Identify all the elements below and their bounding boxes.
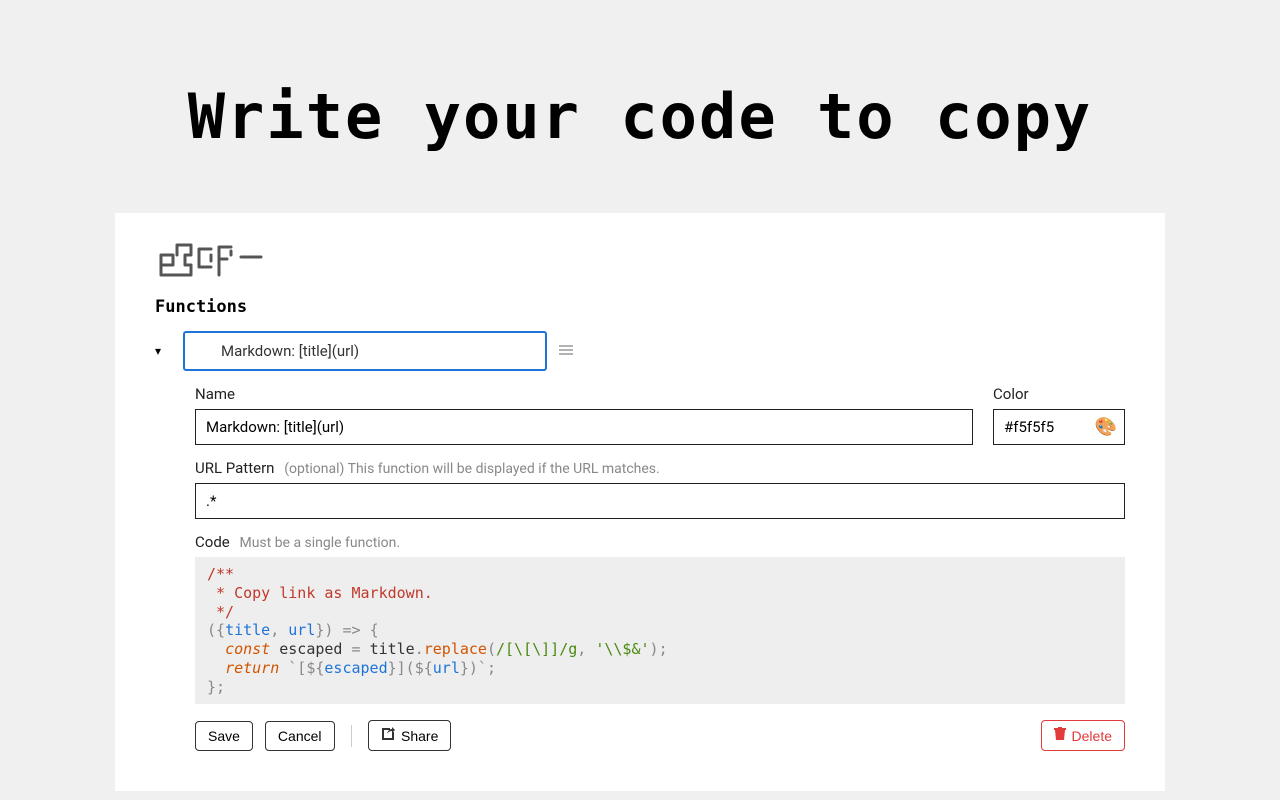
share-icon: [381, 727, 395, 744]
code-editor[interactable]: /** * Copy link as Markdown. */ ({title,…: [195, 557, 1125, 704]
collapse-caret-icon[interactable]: ▾: [155, 344, 171, 358]
share-button[interactable]: Share: [368, 720, 451, 751]
section-heading: Functions: [155, 297, 1125, 317]
name-input[interactable]: [195, 409, 973, 445]
page-title: Write your code to copy: [0, 0, 1280, 213]
url-pattern-input[interactable]: [195, 483, 1125, 519]
palette-icon[interactable]: 🎨: [1095, 417, 1117, 438]
save-button[interactable]: Save: [195, 721, 253, 751]
name-label: Name: [195, 385, 973, 403]
delete-button[interactable]: Delete: [1041, 720, 1125, 751]
function-selector[interactable]: Markdown: [title](url): [183, 331, 547, 371]
button-divider: [351, 725, 353, 747]
cancel-button[interactable]: Cancel: [265, 721, 335, 751]
color-label: Color: [993, 385, 1125, 403]
menu-icon[interactable]: [559, 342, 573, 361]
trash-icon: [1054, 727, 1066, 744]
code-label: Code Must be a single function.: [195, 533, 1125, 551]
editor-panel: Functions ▾ Markdown: [title](url) Name …: [115, 213, 1165, 791]
url-pattern-label: URL Pattern (optional) This function wil…: [195, 459, 1125, 477]
app-logo: [155, 237, 1125, 285]
